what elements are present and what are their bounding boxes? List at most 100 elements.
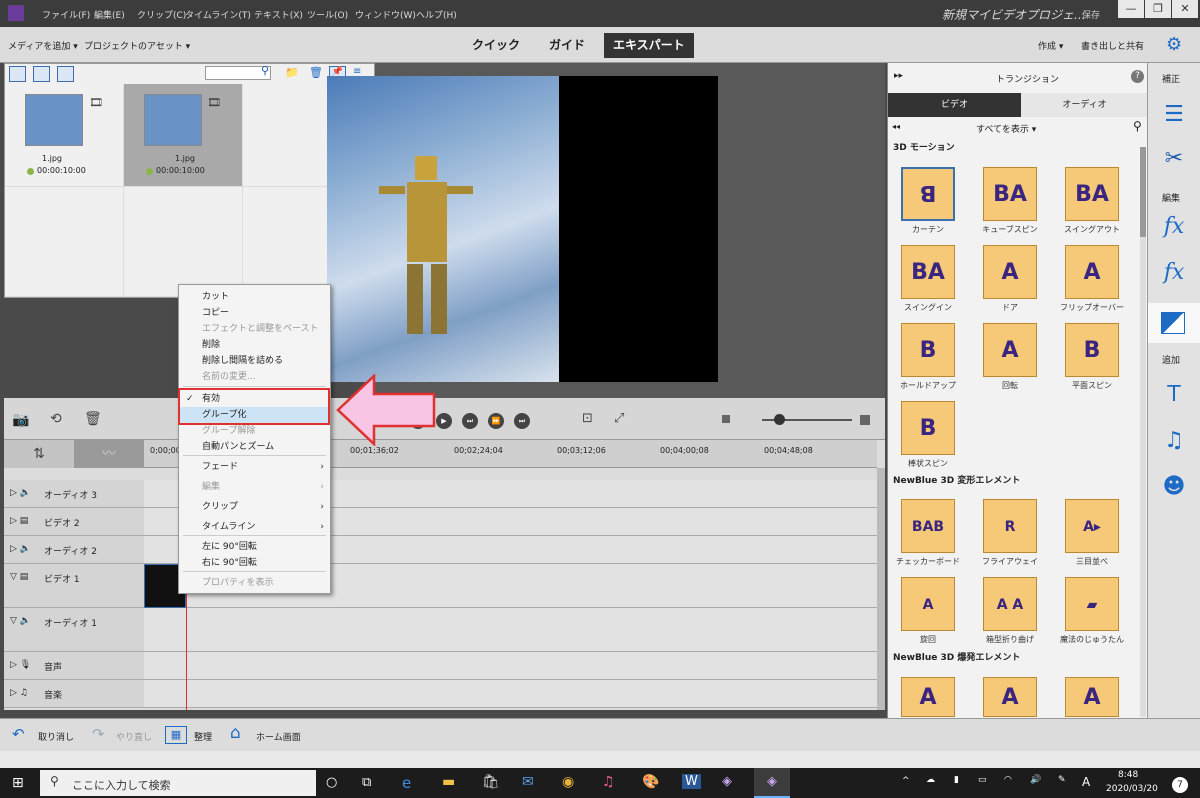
view-video-icon[interactable] [9, 66, 26, 82]
pen-icon[interactable]: ✎ [1058, 775, 1066, 785]
organize-button[interactable]: 整理 [194, 730, 212, 743]
menu-item[interactable]: ツール(O) [307, 8, 348, 21]
premiere-elements-icon[interactable]: ◈ [722, 774, 732, 789]
restore-button[interactable]: ❐ [1145, 0, 1171, 18]
track-audio-2[interactable]: ▷ 🔈 オーディオ 2 [4, 536, 144, 564]
chrome-icon[interactable]: ◉ [562, 774, 574, 790]
transition-thumbnail[interactable]: BA [1065, 167, 1119, 221]
context-menu-item[interactable]: 右に 90°回転 [179, 555, 330, 571]
rotate-icon[interactable]: ⟲ [50, 411, 62, 427]
home-button[interactable]: ホーム画面 [256, 730, 301, 743]
word-icon[interactable]: W [682, 774, 701, 789]
save-button[interactable]: 保存 [1082, 8, 1100, 21]
transition-thumbnail[interactable]: ▰ [1065, 577, 1119, 631]
applied-fx-icon[interactable]: fx [1160, 213, 1188, 241]
new-folder-icon[interactable]: 📁 [285, 66, 299, 79]
menu-item[interactable]: タイムライン(T) [185, 8, 251, 21]
lane-narration[interactable] [144, 652, 877, 680]
undo-icon[interactable]: ↶ [12, 725, 25, 743]
context-menu-item[interactable]: 自動パンとズーム [179, 439, 330, 455]
organize-icon[interactable]: ▦ [165, 726, 187, 744]
lane-music[interactable] [144, 680, 877, 708]
camera-icon[interactable]: 📷 [12, 412, 29, 428]
filter-back-icon[interactable]: ◂◂ [892, 122, 900, 131]
project-assets-menu[interactable]: プロジェクトのアセット ▾ [84, 39, 190, 52]
mode-quick[interactable]: クイック [472, 33, 520, 58]
context-menu-item[interactable]: フェード › [179, 459, 330, 475]
close-button[interactable]: ✕ [1172, 0, 1198, 18]
mode-expert[interactable]: エキスパート [604, 33, 694, 58]
edge-icon[interactable]: e [402, 774, 411, 792]
track-video-1[interactable]: ▽ ▤ ビデオ 1 [4, 564, 144, 608]
transition-thumbnail[interactable]: B [901, 401, 955, 455]
lane-audio-1[interactable] [144, 608, 877, 652]
transition-thumbnail[interactable]: BA [901, 245, 955, 299]
context-menu-item[interactable]: 左に 90°回転 [179, 539, 330, 555]
tools-icon[interactable]: ✂ [1160, 145, 1188, 173]
zoom-in-icon[interactable] [860, 415, 870, 425]
view-audio-icon[interactable] [57, 66, 74, 82]
store-icon[interactable]: 🛍 [482, 774, 500, 790]
create-menu[interactable]: 作成 ▾ [1038, 39, 1063, 52]
menu-item[interactable]: ウィンドウ(W) [355, 8, 416, 21]
zoom-slider-thumb[interactable] [774, 414, 785, 425]
menu-item[interactable]: ファイル(F) [42, 8, 90, 21]
play-icon[interactable]: ▶ [436, 413, 452, 429]
search-icon[interactable]: ⚲ [1133, 119, 1142, 133]
transition-thumbnail[interactable]: B [1065, 323, 1119, 377]
search-icon[interactable]: ⚲ [261, 64, 269, 77]
effects-icon[interactable]: fx [1160, 259, 1188, 287]
battery-icon[interactable]: ▭ [978, 775, 987, 785]
asset-thumbnail[interactable] [144, 94, 202, 146]
export-share-button[interactable]: 書き出しと共有 [1081, 39, 1144, 52]
windows-start-icon[interactable]: ⊞ [12, 775, 24, 791]
context-menu-item[interactable]: カット [179, 289, 330, 305]
ime-indicator[interactable]: A [1082, 775, 1090, 789]
mode-guided[interactable]: ガイド [549, 33, 585, 58]
trash-icon[interactable]: 🗑 [309, 66, 323, 79]
timeline-scrollbar[interactable] [877, 468, 885, 710]
render-icon[interactable]: ⊡ [582, 411, 593, 426]
help-icon[interactable]: ? [1131, 70, 1144, 83]
context-menu-item[interactable]: 削除 [179, 337, 330, 353]
menu-item[interactable]: ヘルプ(H) [416, 8, 457, 21]
view-image-icon[interactable] [33, 66, 50, 82]
transition-thumbnail[interactable]: A [983, 245, 1037, 299]
transition-thumbnail[interactable]: A A [983, 577, 1037, 631]
context-menu-item[interactable]: コピー [179, 305, 330, 321]
titles-icon[interactable]: Ｔ [1160, 381, 1188, 409]
cortana-icon[interactable]: ○ [326, 775, 337, 790]
transition-thumbnail[interactable]: ꓭ [901, 167, 955, 221]
zoom-out-icon[interactable] [722, 415, 730, 423]
scrollbar-thumb[interactable] [1140, 147, 1146, 237]
add-media-menu[interactable]: メディアを追加 ▾ [8, 39, 78, 52]
transitions-icon[interactable] [1148, 303, 1200, 343]
track-music[interactable]: ▷ ♫ 音楽 [4, 680, 144, 708]
mail-icon[interactable]: ✉ [522, 774, 534, 790]
track-audio-1[interactable]: ▽ 🔈 オーディオ 1 [4, 608, 144, 652]
wifi-icon[interactable]: ◠ [1004, 775, 1012, 785]
track-video-2[interactable]: ▷ ▤ ビデオ 2 [4, 508, 144, 536]
fullscreen-icon[interactable]: ⤢ [614, 411, 624, 426]
transition-thumbnail[interactable]: A [901, 577, 955, 631]
track-audio-3[interactable]: ▷ 🔈 オーディオ 3 [4, 480, 144, 508]
audio-wave-icon[interactable]: 〰 [74, 440, 144, 468]
transition-thumbnail[interactable]: BA [983, 167, 1037, 221]
transition-thumbnail[interactable]: BAB [901, 499, 955, 553]
transition-thumbnail[interactable]: R [983, 499, 1037, 553]
trash-icon[interactable]: 🗑 [84, 411, 102, 427]
collapse-icon[interactable]: ▸▸ [894, 71, 903, 81]
settings-gear-icon[interactable]: ⚙ [1166, 34, 1182, 55]
file-explorer-icon[interactable]: ▬ [442, 774, 455, 790]
tab-video[interactable]: ビデオ [888, 93, 1021, 117]
adjust-sliders-icon[interactable]: ☰ [1160, 101, 1188, 129]
transition-thumbnail[interactable]: A [983, 323, 1037, 377]
context-menu-item[interactable]: クリップ › [179, 499, 330, 515]
notification-badge[interactable]: 7 [1172, 777, 1188, 793]
clock-time[interactable]: 8:48 [1118, 770, 1138, 780]
itunes-icon[interactable]: ♫ [602, 774, 615, 790]
transition-thumbnail[interactable]: A▸ [1065, 499, 1119, 553]
preview-monitor[interactable] [327, 76, 718, 382]
transition-thumbnail[interactable]: A [1065, 245, 1119, 299]
task-view-icon[interactable]: ⧉ [362, 775, 371, 790]
